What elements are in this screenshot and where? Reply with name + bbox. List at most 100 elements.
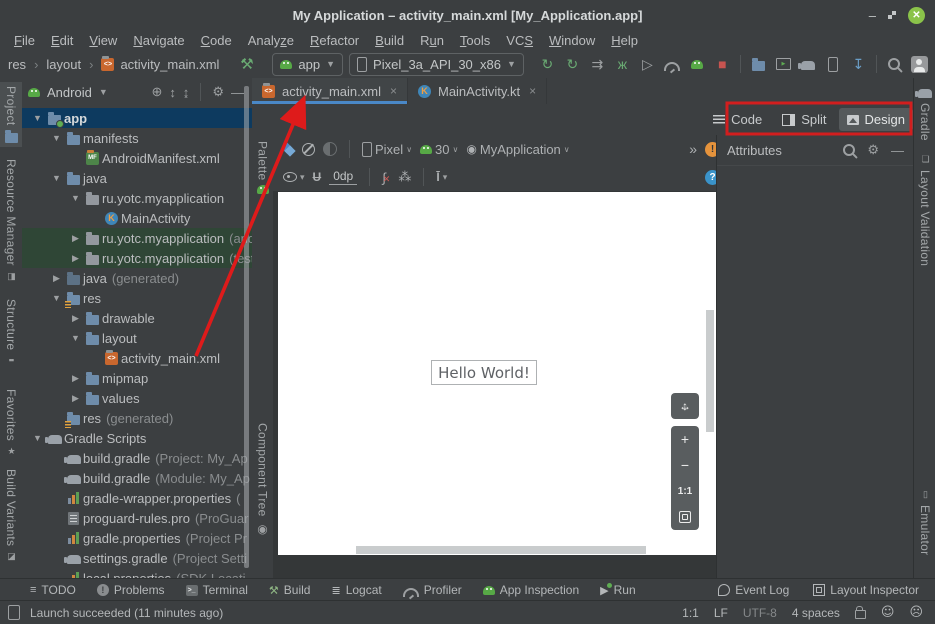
locate-icon[interactable]: ⊕ bbox=[151, 84, 162, 100]
running-devices-icon[interactable] bbox=[772, 58, 795, 70]
profile-avatar-icon[interactable] bbox=[908, 56, 931, 73]
stop-icon[interactable]: ■ bbox=[711, 57, 734, 71]
attach-debugger-icon[interactable]: ▷ bbox=[636, 57, 659, 71]
tree-item[interactable]: settings.gradle(Project Setti bbox=[22, 548, 252, 568]
tool-window-button-profiler[interactable]: Profiler bbox=[403, 583, 462, 597]
menu-help[interactable]: Help bbox=[603, 32, 646, 49]
api-level-dropdown[interactable]: 30 ∨ bbox=[420, 142, 458, 157]
profile-app-icon[interactable] bbox=[686, 60, 709, 69]
search-icon[interactable] bbox=[843, 144, 855, 156]
breadcrumb-layout[interactable]: layout bbox=[46, 57, 81, 72]
menu-build[interactable]: Build bbox=[367, 32, 412, 49]
breadcrumb-res[interactable]: res bbox=[8, 57, 26, 72]
profile-icon[interactable] bbox=[661, 58, 684, 71]
project-scrollbar[interactable] bbox=[244, 86, 249, 568]
tree-item[interactable]: ▼java bbox=[22, 168, 252, 188]
sdk-manager-icon[interactable]: ↧ bbox=[847, 57, 870, 71]
strip-item-layout-validation[interactable]: ❏Layout Validation bbox=[914, 150, 935, 270]
tree-chevron-down-icon[interactable]: ▼ bbox=[68, 333, 83, 343]
menu-file[interactable]: File bbox=[6, 32, 43, 49]
orientation-icon[interactable] bbox=[302, 143, 315, 156]
menu-edit[interactable]: Edit bbox=[43, 32, 81, 49]
autoconnect-icon[interactable]: U bbox=[313, 170, 322, 184]
apply-changes-icon[interactable]: ↻ bbox=[561, 57, 584, 71]
tool-window-button-event-log[interactable]: Event Log bbox=[718, 583, 789, 597]
theme-dropdown[interactable]: ◉ MyApplication ∨ bbox=[466, 142, 569, 157]
tree-chevron-down-icon[interactable]: ▼ bbox=[49, 133, 64, 143]
menu-vcs[interactable]: VCS bbox=[498, 32, 541, 49]
tree-item[interactable]: ▶drawable bbox=[22, 308, 252, 328]
tree-item[interactable]: ▼manifests bbox=[22, 128, 252, 148]
tool-window-button-layout-inspector[interactable]: Layout Inspector bbox=[813, 583, 919, 597]
sad-face-icon[interactable]: ☹ bbox=[909, 605, 923, 620]
tool-window-button-todo[interactable]: ≡TODO bbox=[30, 583, 76, 597]
pan-button[interactable] bbox=[671, 393, 699, 419]
status-item-lf[interactable]: LF bbox=[714, 606, 728, 620]
tree-chevron-right-icon[interactable]: ▶ bbox=[68, 373, 83, 384]
hello-world-textview[interactable]: Hello World! bbox=[431, 360, 537, 385]
tool-window-button-run[interactable]: ▶Run bbox=[600, 583, 635, 597]
device-dropdown[interactable]: Pixel ∨ bbox=[362, 142, 412, 157]
project-view-selector[interactable]: Android bbox=[47, 85, 92, 100]
tree-item[interactable]: build.gradle(Module: My_Ap bbox=[22, 468, 252, 488]
run-configuration-selector[interactable]: app ▼ bbox=[272, 53, 343, 76]
tree-chevron-right-icon[interactable]: ▶ bbox=[49, 273, 64, 284]
device-icon[interactable] bbox=[8, 605, 20, 620]
unlock-icon[interactable] bbox=[855, 610, 866, 619]
mode-button-design[interactable]: Design bbox=[839, 108, 913, 131]
tree-chevron-right-icon[interactable]: ▶ bbox=[68, 393, 83, 404]
build-hammer-icon[interactable]: ⚒ bbox=[235, 57, 258, 72]
strip-item-project[interactable]: Project bbox=[0, 82, 22, 147]
component-tree-tab[interactable]: Component Tree ◉ bbox=[252, 423, 273, 536]
infer-constraints-icon[interactable]: ⁂ bbox=[398, 169, 411, 185]
collapse-all-icon[interactable]: ↨ bbox=[183, 85, 190, 100]
strip-item-favorites[interactable]: Favorites★ bbox=[0, 385, 22, 461]
tree-chevron-down-icon[interactable]: ▼ bbox=[49, 293, 64, 303]
menu-window[interactable]: Window bbox=[541, 32, 603, 49]
close-icon[interactable]: × bbox=[529, 84, 536, 98]
close-button[interactable]: ✕ bbox=[908, 7, 925, 24]
tree-item[interactable]: ▼ru.yotc.myapplication bbox=[22, 188, 252, 208]
chevron-down-icon[interactable]: ▼ bbox=[99, 87, 108, 97]
tab-mainactivity-kt[interactable]: MainActivity.kt × bbox=[408, 78, 547, 104]
tool-window-button-problems[interactable]: Problems bbox=[97, 583, 165, 597]
tree-item[interactable]: ▼layout bbox=[22, 328, 252, 348]
tree-item[interactable]: gradle-wrapper.properties( bbox=[22, 488, 252, 508]
view-options-icon[interactable] bbox=[283, 172, 297, 182]
tree-chevron-right-icon[interactable]: ▶ bbox=[68, 233, 83, 244]
hide-panel-icon[interactable]: — bbox=[891, 143, 904, 158]
strip-item-resource-manager[interactable]: Resource Manager◨ bbox=[0, 155, 22, 286]
zoom-in-button[interactable]: + bbox=[671, 426, 699, 452]
status-item-1-1[interactable]: 1:1 bbox=[682, 606, 699, 620]
menu-run[interactable]: Run bbox=[412, 32, 452, 49]
status-item-utf-8[interactable]: UTF-8 bbox=[743, 606, 777, 620]
hide-panel-icon[interactable]: — bbox=[231, 85, 244, 100]
search-icon[interactable] bbox=[883, 58, 906, 70]
canvas-horizontal-scrollbar[interactable] bbox=[356, 546, 646, 554]
status-message[interactable]: Launch succeeded (11 minutes ago) bbox=[30, 606, 223, 620]
minimize-button[interactable]: – bbox=[869, 9, 876, 22]
tree-item[interactable]: ▶values bbox=[22, 388, 252, 408]
strip-item-build-variants[interactable]: Build Variants◪ bbox=[0, 465, 22, 566]
tree-chevron-right-icon[interactable]: ▶ bbox=[68, 253, 83, 264]
tree-item[interactable]: ▶ru.yotc.myapplication(test) bbox=[22, 248, 252, 268]
menu-view[interactable]: View bbox=[81, 32, 125, 49]
tree-chevron-down-icon[interactable]: ▼ bbox=[30, 113, 45, 123]
tree-item[interactable]: AndroidManifest.xml bbox=[22, 148, 252, 168]
status-item-4-spaces[interactable]: 4 spaces bbox=[792, 606, 840, 620]
tree-chevron-right-icon[interactable]: ▶ bbox=[68, 313, 83, 324]
device-file-explorer-icon[interactable] bbox=[747, 58, 770, 71]
zoom-to-fit-button[interactable] bbox=[671, 504, 699, 530]
tree-item[interactable]: ▶java(generated) bbox=[22, 268, 252, 288]
tree-item[interactable]: ▼app bbox=[22, 108, 252, 128]
tool-window-button-build[interactable]: ⚒Build bbox=[269, 583, 311, 597]
strip-item-structure[interactable]: Structure▪▪ bbox=[0, 295, 22, 369]
happy-face-icon[interactable]: ☺ bbox=[881, 605, 895, 620]
menu-navigate[interactable]: Navigate bbox=[125, 32, 192, 49]
gear-icon[interactable]: ⚙ bbox=[212, 84, 224, 100]
tree-item[interactable]: activity_main.xml bbox=[22, 348, 252, 368]
strip-item-gradle[interactable]: Gradle bbox=[914, 82, 935, 145]
tree-item[interactable]: MainActivity bbox=[22, 208, 252, 228]
menu-code[interactable]: Code bbox=[193, 32, 240, 49]
pack-icon[interactable]: Ī bbox=[436, 170, 439, 184]
